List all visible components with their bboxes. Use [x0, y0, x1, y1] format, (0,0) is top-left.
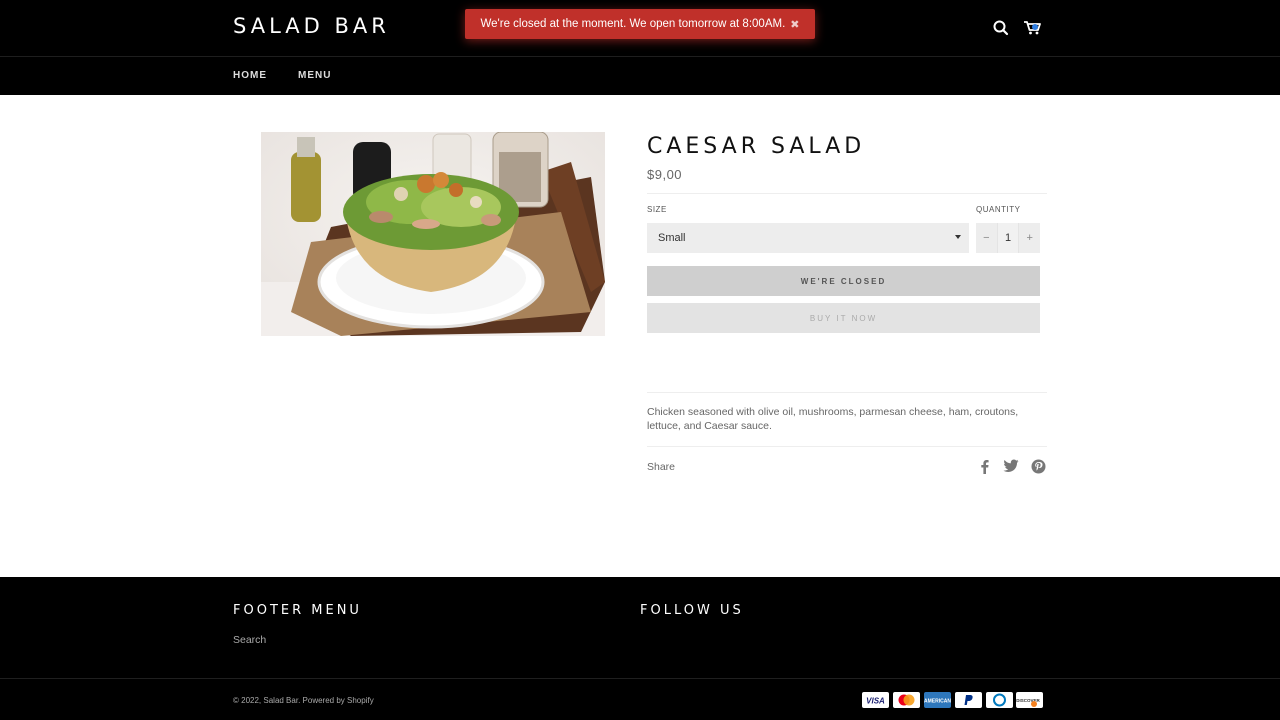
copyright-prefix: © 2022, [233, 696, 262, 705]
quantity-label: QUANTITY [976, 205, 1021, 214]
footer-divider [0, 678, 1280, 679]
nav-menu[interactable]: MENU [298, 70, 331, 81]
cart-icon[interactable] [1023, 19, 1043, 37]
product-description: Chicken seasoned with olive oil, mushroo… [647, 406, 1019, 432]
product-price: $9,00 [647, 167, 683, 182]
site-footer: FOOTER MENU FOLLOW US Search © 2022, Sal… [0, 577, 1280, 720]
closed-button[interactable]: WE'RE CLOSED [647, 266, 1040, 296]
buy-now-button[interactable]: BUY IT NOW [647, 303, 1040, 333]
size-label: SIZE [647, 205, 667, 214]
size-select[interactable]: Small [647, 223, 969, 253]
quantity-decrease-button[interactable]: − [976, 223, 997, 253]
diners-icon [986, 692, 1013, 708]
visa-icon: VISA [862, 692, 889, 708]
footer-link-search[interactable]: Search [233, 634, 266, 646]
nav-home[interactable]: HOME [233, 70, 267, 81]
site-logo[interactable]: SALAD BAR [233, 14, 390, 38]
store-link[interactable]: Salad Bar [263, 696, 298, 705]
product-title: CAESAR SALAD [647, 134, 866, 159]
site-header: SALAD BAR We're closed at the moment. We… [0, 0, 1280, 95]
twitter-icon[interactable] [1003, 459, 1019, 474]
footer-menu-heading: FOOTER MENU [233, 603, 362, 618]
copyright-period: . [298, 696, 301, 705]
svg-text:DISCOVER: DISCOVER [1016, 698, 1040, 703]
svg-text:AMERICAN: AMERICAN [924, 699, 951, 705]
paypal-icon [955, 692, 982, 708]
main-nav: HOME MENU [233, 70, 362, 81]
share-label: Share [647, 461, 676, 473]
amex-icon: AMERICAN [924, 692, 951, 708]
closed-notice-text: We're closed at the moment. We open tomo… [480, 18, 786, 30]
mastercard-icon [893, 692, 920, 708]
quantity-input[interactable]: 1 [996, 223, 1020, 253]
search-icon[interactable] [992, 19, 1012, 37]
svg-text:VISA: VISA [866, 697, 885, 706]
divider [647, 392, 1047, 393]
product-image[interactable] [261, 132, 605, 336]
closed-notice: We're closed at the moment. We open tomo… [465, 9, 815, 39]
copyright: © 2022, Salad Bar. Powered by Shopify [233, 696, 374, 705]
close-icon[interactable]: ✖ [790, 18, 799, 31]
divider [647, 446, 1047, 447]
pinterest-icon[interactable] [1031, 459, 1047, 474]
quantity-increase-button[interactable]: + [1019, 223, 1040, 253]
caret-down-icon [955, 235, 961, 239]
size-select-value: Small [658, 232, 686, 244]
follow-us-heading: FOLLOW US [640, 603, 744, 618]
quantity-stepper: − 1 + [976, 223, 1040, 253]
divider [647, 193, 1047, 194]
powered-by-link[interactable]: Powered by Shopify [303, 696, 374, 705]
facebook-icon[interactable] [978, 459, 994, 474]
discover-icon: DISCOVER [1016, 692, 1043, 708]
